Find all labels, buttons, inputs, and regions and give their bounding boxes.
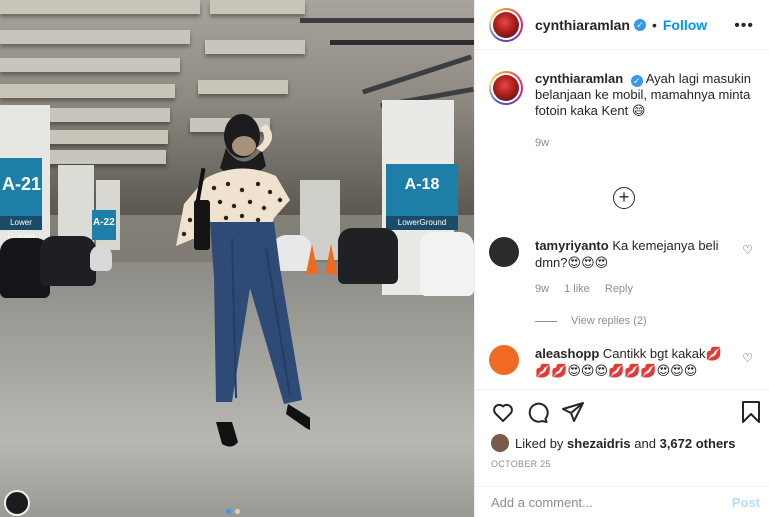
comment-likes[interactable]: 1 like bbox=[564, 283, 590, 295]
post-actions: Liked by shezaidris and 3,672 others OCT… bbox=[475, 389, 769, 517]
post-comment-button[interactable]: Post bbox=[732, 495, 760, 510]
post-photo[interactable]: A-21 Lower Ground A-22 A-18 LowerGround bbox=[0, 0, 474, 517]
liker-username[interactable]: shezaidris bbox=[567, 436, 631, 451]
sign-a21: A-21 Lower Ground bbox=[0, 158, 42, 241]
car bbox=[40, 236, 96, 286]
view-replies-label[interactable]: View replies (2) bbox=[571, 315, 647, 327]
verified-icon: ✓ bbox=[630, 75, 643, 87]
post-side-panel: cynthiaramlan ✓ • Follow ••• cynthiaraml… bbox=[474, 0, 769, 517]
post-header: cynthiaramlan ✓ • Follow ••• bbox=[475, 0, 769, 50]
author-username[interactable]: cynthiaramlan bbox=[535, 17, 630, 33]
person-figure bbox=[176, 114, 310, 447]
view-replies[interactable]: View replies (2) bbox=[535, 315, 647, 327]
commenter-avatar[interactable] bbox=[489, 237, 519, 267]
comments-list[interactable]: cynthiaramlan ✓ Ayah lagi masukin belanj… bbox=[475, 51, 769, 389]
likes-connector: and bbox=[634, 435, 656, 451]
liker-avatar[interactable] bbox=[491, 434, 509, 452]
sign-a18: A-18 LowerGround bbox=[386, 164, 458, 230]
commenter-username[interactable]: aleashopp bbox=[535, 346, 599, 361]
commenter-username[interactable]: tamyriyanto bbox=[535, 238, 609, 253]
comment-input[interactable]: Add a comment... bbox=[475, 486, 769, 517]
header-separator: • bbox=[651, 16, 657, 33]
likes-prefix: Liked by bbox=[515, 435, 564, 451]
author-avatar[interactable] bbox=[489, 7, 523, 42]
carousel-dot bbox=[235, 509, 240, 514]
comment-heart-icon[interactable]: ♡ bbox=[742, 243, 753, 257]
heart-icon[interactable] bbox=[491, 400, 515, 424]
share-icon[interactable] bbox=[561, 400, 585, 424]
bookmark-icon[interactable] bbox=[739, 400, 763, 424]
caption-avatar[interactable] bbox=[489, 71, 523, 105]
carousel-dots bbox=[226, 509, 240, 514]
sign-a22: A-22 bbox=[92, 210, 116, 240]
car bbox=[90, 245, 112, 271]
tagged-user-icon[interactable] bbox=[4, 490, 30, 516]
likes-others-link[interactable]: 3,672 others bbox=[660, 436, 736, 451]
follow-button[interactable]: Follow bbox=[663, 17, 707, 33]
caption-username[interactable]: cynthiaramlan bbox=[535, 71, 623, 86]
carousel-dot bbox=[226, 509, 231, 514]
comment-heart-icon[interactable]: ♡ bbox=[742, 351, 753, 365]
more-options-icon[interactable]: ••• bbox=[734, 17, 754, 35]
view-replies-line bbox=[535, 320, 557, 322]
car bbox=[420, 232, 474, 296]
commenter-avatar[interactable] bbox=[489, 345, 519, 375]
likes-summary: Liked by shezaidris and 3,672 others bbox=[491, 434, 735, 452]
verified-icon: ✓ bbox=[633, 18, 646, 31]
caption-time[interactable]: 9w bbox=[535, 135, 759, 151]
comment-item: tamyriyanto Ka kemejanya beli dmn?😍😍😍 9w… bbox=[489, 237, 759, 298]
comment-icon[interactable] bbox=[525, 400, 549, 424]
post-caption: cynthiaramlan ✓ Ayah lagi masukin belanj… bbox=[489, 71, 759, 151]
comment-item: aleashopp Cantikk bgt kakak💋💋💋😍😍😍💋💋💋😍😍😍 … bbox=[489, 345, 759, 379]
reply-button[interactable]: Reply bbox=[605, 283, 633, 295]
plus-circle-icon[interactable]: + bbox=[613, 187, 635, 209]
pillar-2 bbox=[58, 165, 94, 245]
car bbox=[338, 228, 398, 284]
post-date[interactable]: OCTOBER 25 bbox=[491, 459, 551, 469]
traffic-cone bbox=[325, 244, 337, 274]
comment-time[interactable]: 9w bbox=[535, 283, 549, 295]
